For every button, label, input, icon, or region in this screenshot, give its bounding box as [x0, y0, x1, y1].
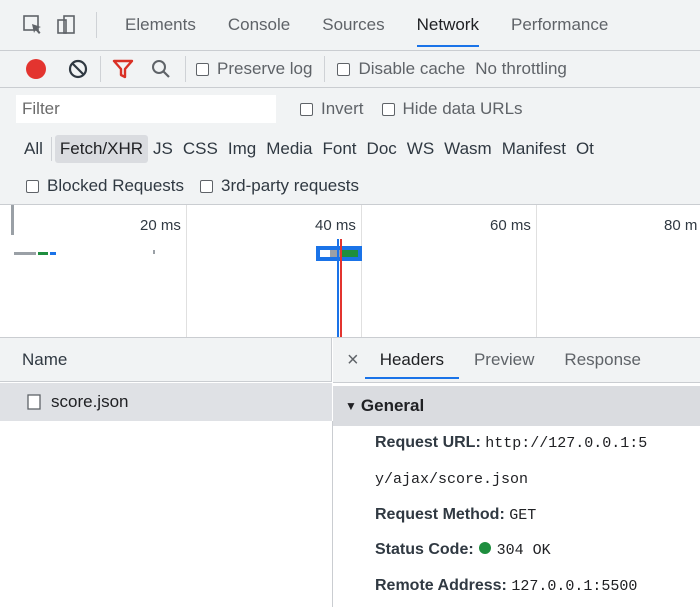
filter-row: Invert Hide data URLs: [0, 88, 700, 130]
blocked-requests-label: Blocked Requests: [47, 176, 185, 195]
type-css[interactable]: CSS: [178, 135, 223, 163]
device-toolbar-icon[interactable]: [56, 14, 78, 36]
request-name: score.json: [51, 392, 129, 411]
tab-console[interactable]: Console: [212, 0, 306, 50]
tab-headers[interactable]: Headers: [364, 338, 460, 382]
overview-tick-label: 40 ms: [315, 217, 356, 234]
status-code-row: Status Code: 304 OK: [375, 541, 551, 559]
toolbar-divider: [324, 56, 326, 82]
overview-request-bar-segment: [342, 250, 358, 257]
overview-tick-label: 60 ms: [490, 217, 531, 234]
request-row[interactable]: score.json: [0, 383, 332, 421]
remote-address-label: Remote Address:: [375, 577, 507, 594]
request-url-row-continued: y/ajax/score.json: [375, 470, 528, 488]
request-detail-tabs: × Headers Preview Response: [333, 338, 700, 383]
toolbar-divider: [185, 56, 186, 82]
invert-checkbox[interactable]: [300, 102, 313, 116]
type-manifest[interactable]: Manifest: [497, 135, 571, 163]
record-button[interactable]: [20, 53, 52, 85]
third-party-checkbox[interactable]: [200, 179, 214, 193]
blocked-requests-checkbox[interactable]: [26, 179, 39, 193]
network-toolbar: Preserve log Disable cache No throttling: [0, 51, 700, 88]
type-media[interactable]: Media: [261, 135, 317, 163]
type-js[interactable]: JS: [148, 135, 178, 163]
status-code-label: Status Code:: [375, 541, 474, 558]
third-party-label: 3rd-party requests: [221, 176, 359, 195]
tab-response[interactable]: Response: [549, 338, 656, 382]
type-fetch-xhr[interactable]: Fetch/XHR: [54, 135, 149, 163]
network-overview-timeline[interactable]: 20 ms 40 ms 60 ms 80 m: [0, 205, 700, 338]
overview-tick-label: 20 ms: [140, 217, 181, 234]
search-button[interactable]: [145, 53, 177, 85]
overview-request-bar-segment: [320, 250, 330, 257]
filter-toggle-button[interactable]: [107, 53, 139, 85]
remote-address-value: 127.0.0.1:5500: [511, 578, 638, 595]
hide-data-urls-checkbox[interactable]: [381, 102, 395, 116]
toolbar-divider: [100, 56, 101, 82]
general-section-title: General: [360, 396, 425, 415]
name-column-header[interactable]: Name: [0, 338, 332, 382]
file-icon: [27, 394, 41, 410]
filter-icon: [112, 59, 134, 79]
general-section-header[interactable]: ▼ General: [333, 386, 700, 426]
overview-gridline: [361, 205, 362, 337]
request-url-value-continued: y/ajax/score.json: [375, 471, 529, 488]
request-method-label: Request Method:: [375, 506, 505, 523]
overview-gridline: [536, 205, 537, 337]
overview-activity-bar: [38, 252, 48, 255]
hide-data-urls-label: Hide data URLs: [402, 99, 523, 118]
disable-cache-checkbox[interactable]: [337, 62, 351, 76]
status-code-value: 304 OK: [496, 542, 551, 559]
type-divider: [50, 137, 52, 161]
type-font[interactable]: Font: [318, 135, 362, 163]
request-method-row: Request Method: GET: [375, 506, 536, 524]
type-img[interactable]: Img: [223, 135, 261, 163]
overview-gridline: [186, 205, 187, 337]
clear-button[interactable]: [62, 53, 94, 85]
search-icon: [152, 60, 170, 78]
close-icon[interactable]: ×: [347, 349, 359, 372]
request-url-value: http://127.0.0.1:5: [485, 435, 648, 452]
toolbar-divider: [96, 12, 97, 38]
request-url-label: Request URL:: [375, 434, 481, 451]
remote-address-row: Remote Address: 127.0.0.1:5500: [375, 577, 637, 595]
overview-tick-label: 80 m: [664, 217, 698, 234]
overview-activity-bar: [50, 252, 56, 255]
devtools-tab-bar: Elements Console Sources Network Perform…: [0, 0, 700, 51]
blocked-filter-row: Blocked Requests 3rd-party requests: [0, 168, 700, 205]
tab-elements[interactable]: Elements: [109, 0, 212, 50]
tab-sources[interactable]: Sources: [306, 0, 400, 50]
triangle-down-icon: ▼: [345, 399, 357, 413]
throttling-select[interactable]: No throttling: [475, 59, 567, 79]
request-method-value: GET: [509, 507, 537, 524]
load-event-marker: [340, 239, 342, 337]
overview-start-handle[interactable]: [11, 205, 14, 235]
overview-activity-bar: [153, 250, 155, 254]
type-other[interactable]: Ot: [571, 135, 599, 163]
tab-preview[interactable]: Preview: [459, 338, 549, 382]
overview-activity-bar: [14, 252, 36, 255]
dom-content-loaded-marker: [337, 239, 339, 337]
record-icon: [26, 59, 46, 79]
status-ok-icon: [479, 542, 492, 554]
type-doc[interactable]: Doc: [362, 135, 402, 163]
type-wasm[interactable]: Wasm: [439, 135, 497, 163]
request-list-empty-area: [0, 421, 333, 607]
request-url-row: Request URL: http://127.0.0.1:5: [375, 434, 647, 452]
tab-performance[interactable]: Performance: [495, 0, 624, 50]
type-ws[interactable]: WS: [402, 135, 439, 163]
type-all[interactable]: All: [19, 135, 48, 163]
tab-network[interactable]: Network: [401, 0, 495, 50]
inspect-element-icon[interactable]: [22, 14, 44, 36]
invert-label: Invert: [321, 99, 364, 118]
clear-icon: [68, 59, 88, 79]
disable-cache-label: Disable cache: [358, 59, 466, 78]
resource-type-filter: All Fetch/XHR JS CSS Img Media Font Doc …: [0, 130, 700, 168]
preserve-log-label: Preserve log: [217, 59, 313, 78]
preserve-log-checkbox[interactable]: [196, 62, 209, 76]
filter-input[interactable]: [16, 95, 276, 123]
